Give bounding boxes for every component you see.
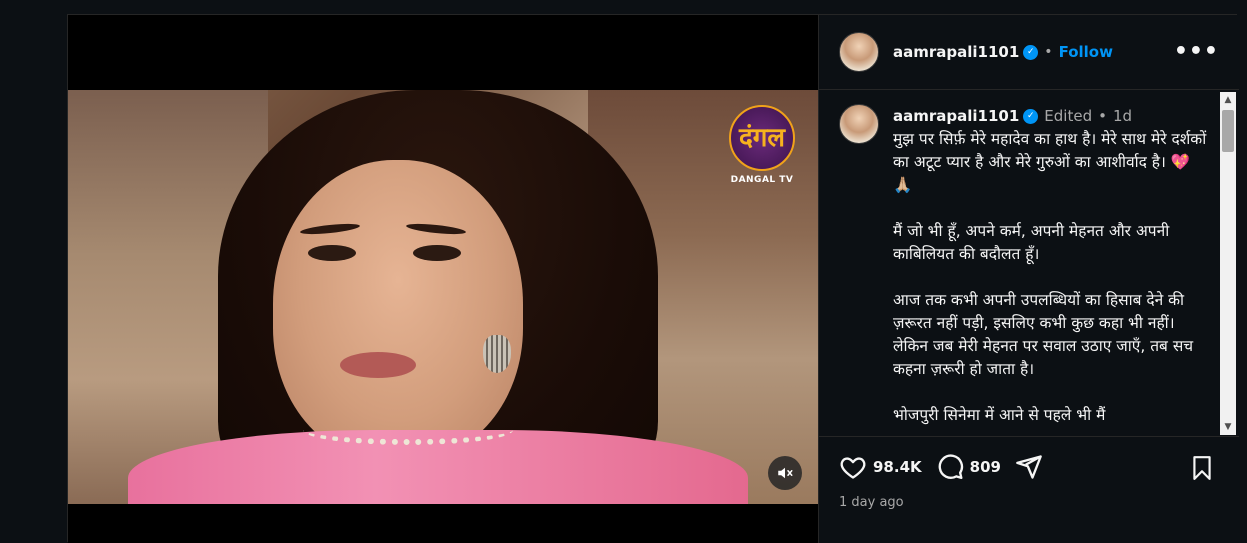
avatar[interactable] xyxy=(839,32,879,72)
video-subject-detail xyxy=(483,335,511,373)
video-subject-necklace xyxy=(303,415,513,445)
like-button[interactable]: 98.4K xyxy=(839,453,922,481)
video-player[interactable]: दंगल DANGAL TV xyxy=(68,90,818,504)
caption-row: aamrapali1101 ✓ Edited • 1d मुझ पर सिर्फ… xyxy=(839,104,1219,435)
avatar[interactable] xyxy=(839,104,879,144)
edited-label: Edited xyxy=(1044,106,1093,125)
post-details-panel: aamrapali1101 ✓ • Follow ••• aamrapali11… xyxy=(818,15,1239,543)
more-icon[interactable]: ••• xyxy=(1174,39,1219,64)
post-timestamp[interactable]: 1 day ago xyxy=(839,495,904,510)
scroll-thumb[interactable] xyxy=(1222,110,1234,152)
separator: • xyxy=(1098,106,1107,125)
channel-name: DANGAL TV xyxy=(730,175,794,185)
share-icon xyxy=(1016,455,1042,479)
channel-watermark: दंगल DANGAL TV xyxy=(726,105,798,185)
video-subject-detail xyxy=(308,245,356,261)
bookmark-icon xyxy=(1193,456,1211,480)
caption-area[interactable]: aamrapali1101 ✓ Edited • 1d मुझ पर सिर्फ… xyxy=(819,90,1239,435)
separator: • xyxy=(1044,44,1053,60)
share-button[interactable] xyxy=(1015,453,1043,481)
follow-button[interactable]: Follow xyxy=(1059,43,1113,61)
caption-body: aamrapali1101 ✓ Edited • 1d मुझ पर सिर्फ… xyxy=(893,104,1213,435)
media-viewer: दंगल DANGAL TV xyxy=(68,15,818,543)
post-age[interactable]: 1d xyxy=(1113,105,1132,128)
mute-icon xyxy=(778,467,793,479)
heart-icon xyxy=(840,457,866,479)
action-row: 98.4K 809 xyxy=(839,453,1057,481)
mute-button[interactable] xyxy=(768,456,802,490)
channel-logo: दंगल xyxy=(729,105,795,171)
username-link[interactable]: aamrapali1101 xyxy=(893,105,1019,128)
caption-paragraph: आज तक कभी अपनी उपलब्धियों का हिसाब देने … xyxy=(893,291,1194,378)
comment-icon xyxy=(938,454,963,480)
verified-icon: ✓ xyxy=(1023,108,1039,124)
post-header: aamrapali1101 ✓ • Follow ••• xyxy=(819,15,1239,90)
username-link[interactable]: aamrapali1101 xyxy=(893,43,1019,61)
scroll-up-icon[interactable]: ▲ xyxy=(1220,92,1236,108)
action-bar: 98.4K 809 1 day ago xyxy=(819,436,1239,543)
save-button[interactable] xyxy=(1189,455,1215,485)
caption-paragraph: भोजपुरी सिनेमा में आने से पहले भी मैं xyxy=(893,406,1106,424)
scroll-down-icon[interactable]: ▼ xyxy=(1220,419,1236,435)
caption-header: aamrapali1101 ✓ Edited • 1d xyxy=(893,104,1213,128)
comment-count[interactable]: 809 xyxy=(970,458,1001,476)
video-subject-detail xyxy=(340,352,416,378)
caption-paragraph: मैं जो भी हूँ, अपने कर्म, अपनी मेहनत और … xyxy=(893,222,1170,263)
scrollbar[interactable]: ▲ ▼ xyxy=(1220,92,1236,435)
caption-paragraph: मुझ पर सिर्फ़ मेरे महादेव का हाथ है। मेर… xyxy=(893,130,1207,194)
comment-button[interactable]: 809 xyxy=(936,453,1001,481)
verified-icon: ✓ xyxy=(1023,44,1039,60)
like-count[interactable]: 98.4K xyxy=(873,458,922,476)
post-modal: दंगल DANGAL TV aamrapali1101 ✓ • Follow … xyxy=(67,14,1239,543)
video-subject-detail xyxy=(413,245,461,261)
